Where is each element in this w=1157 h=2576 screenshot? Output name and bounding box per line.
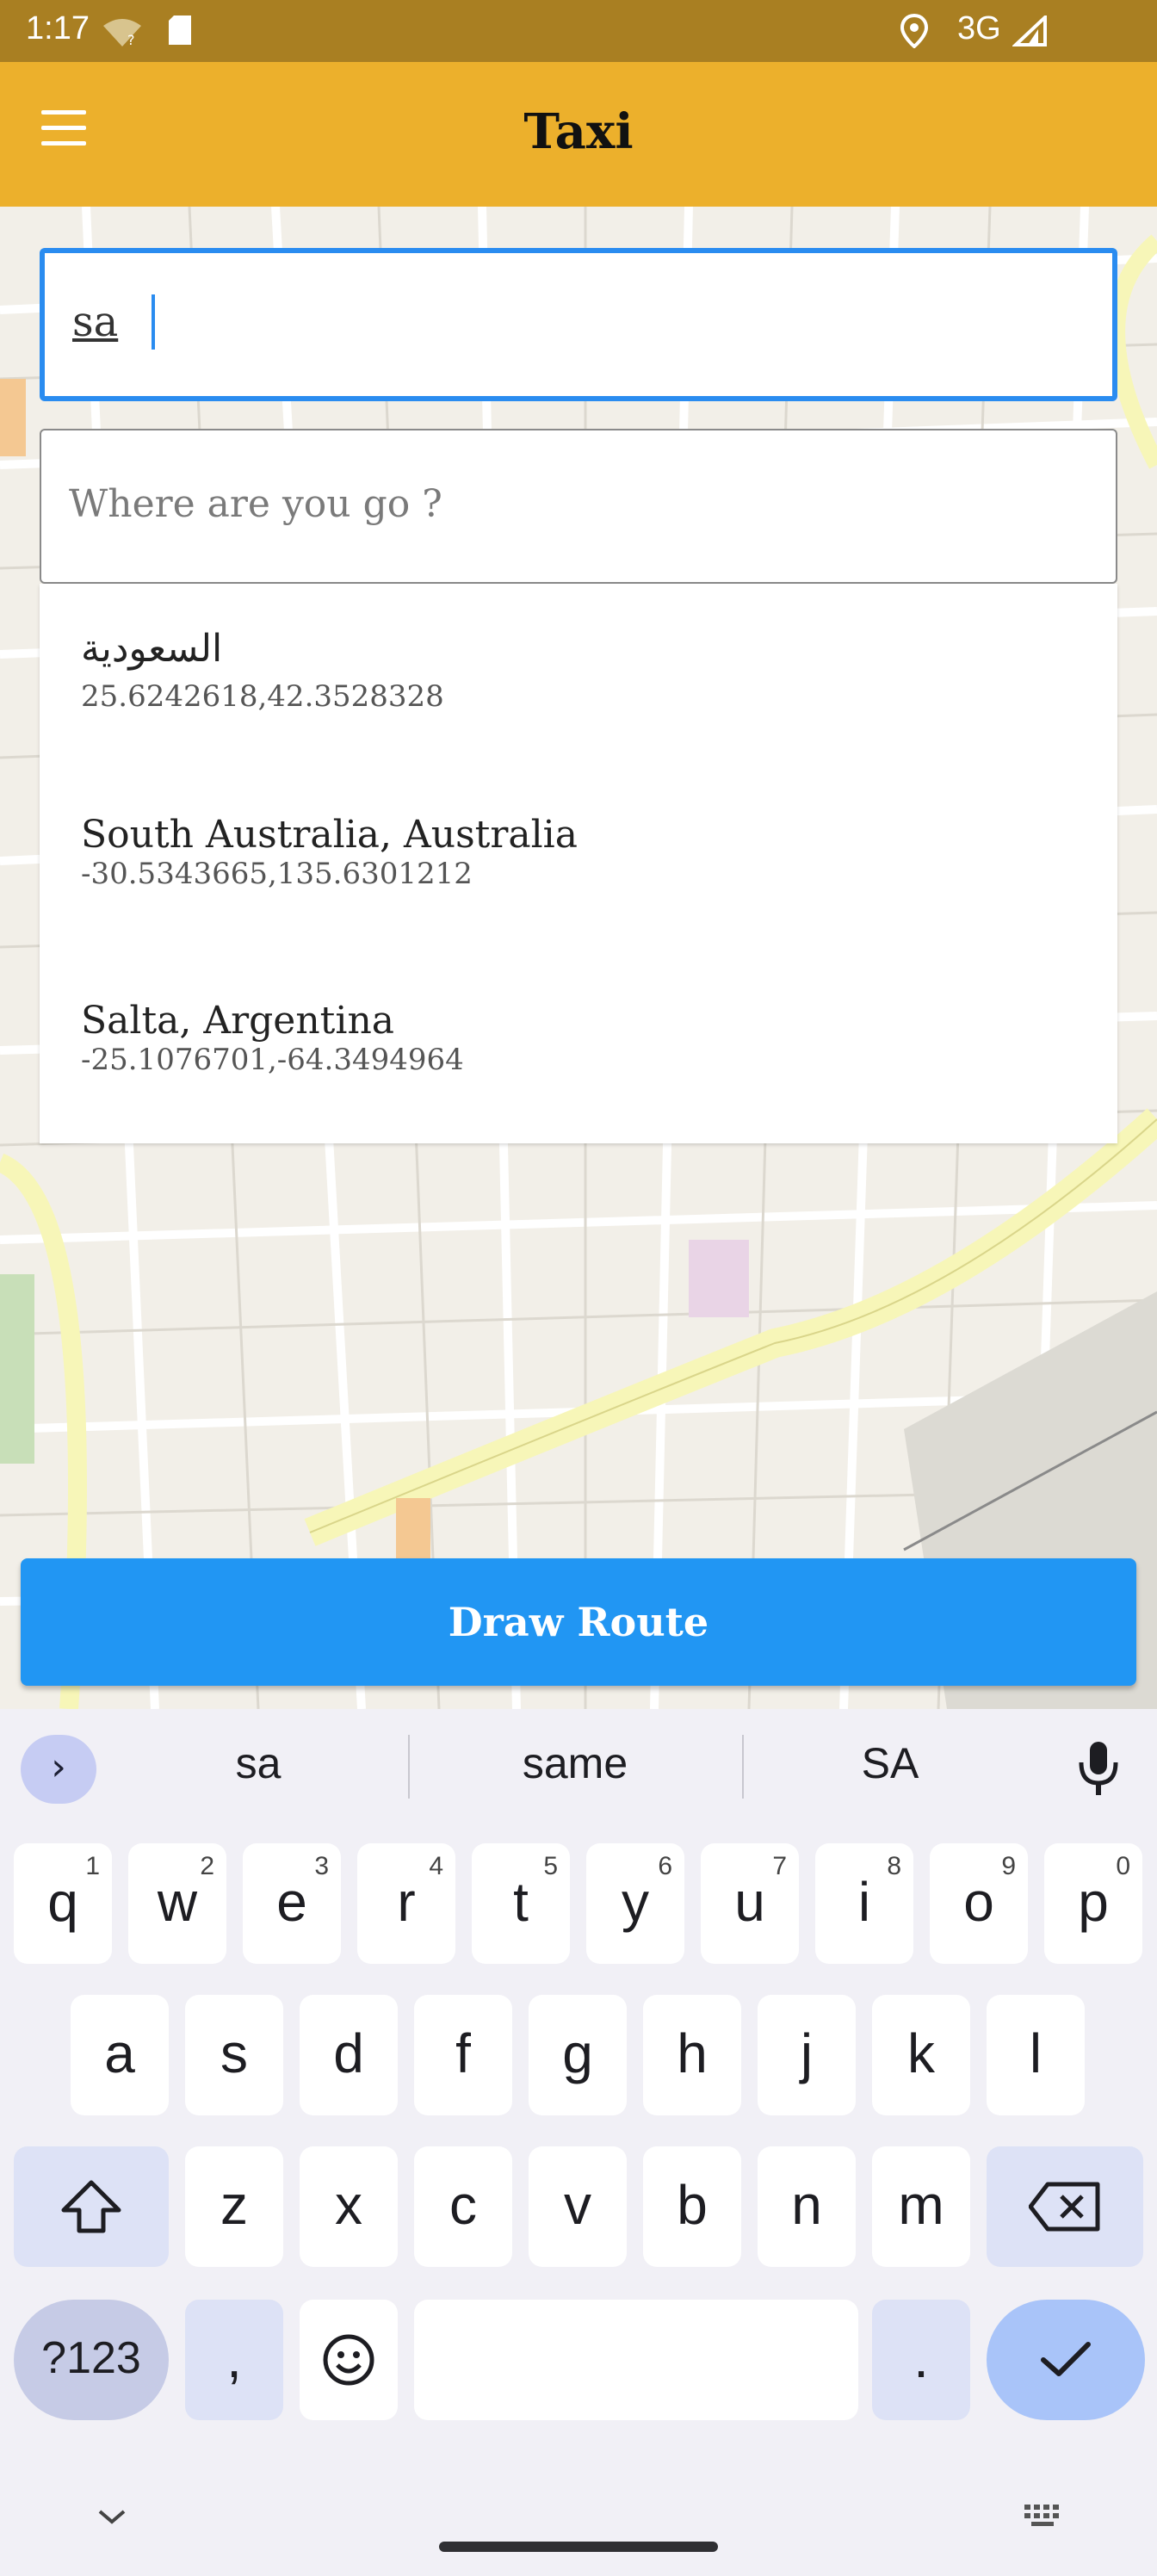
suggestion-name: السعودية (81, 627, 223, 671)
key[interactable]: l (987, 1995, 1085, 2115)
pickup-input[interactable]: sa (40, 248, 1117, 401)
key[interactable]: q1 (14, 1843, 112, 1964)
key[interactable]: r4 (357, 1843, 455, 1964)
backspace-key[interactable] (987, 2146, 1143, 2267)
key[interactable]: m (872, 2146, 970, 2267)
space-key[interactable] (414, 2300, 858, 2420)
symbols-key[interactable]: ?123 (14, 2300, 169, 2420)
text-caret (152, 294, 155, 350)
microphone-icon[interactable] (1073, 1735, 1124, 1804)
key[interactable]: k (872, 1995, 970, 2115)
pickup-input-value: sa (72, 298, 119, 346)
key[interactable]: d (300, 1995, 398, 2115)
wifi-question-icon: ? (103, 19, 141, 48)
word-suggestion[interactable]: SA (761, 1738, 1019, 1788)
destination-input[interactable]: Where are you go ? (40, 429, 1117, 584)
key[interactable]: j (758, 1995, 856, 2115)
app-bar: Taxi (0, 62, 1157, 207)
suggestion-item[interactable]: السعودية 25.6242618,42.3528328 (40, 584, 1117, 770)
suggestion-divider (742, 1735, 744, 1799)
app-title: Taxi (523, 103, 634, 160)
hide-keyboard-chevron-icon[interactable] (95, 2506, 129, 2527)
suggestion-item[interactable]: South Australia, Australia -30.5343665,1… (40, 770, 1117, 956)
network-type: 3G (957, 10, 1001, 46)
keyboard-suggestion-bar: › sa same SA (0, 1709, 1157, 1821)
key[interactable]: f (414, 1995, 512, 2115)
key[interactable]: h (643, 1995, 741, 2115)
key[interactable]: c (414, 2146, 512, 2267)
svg-text:?: ? (127, 32, 135, 48)
emoji-key[interactable] (300, 2300, 398, 2420)
screen: 1:17 ? 3G Taxi sa Where are you go ? الس… (0, 0, 1157, 2576)
key[interactable]: a (71, 1995, 169, 2115)
key[interactable]: b (643, 2146, 741, 2267)
gesture-nav-handle[interactable] (439, 2542, 718, 2552)
enter-key[interactable] (987, 2300, 1145, 2420)
key[interactable]: i8 (815, 1843, 913, 1964)
key[interactable]: p0 (1044, 1843, 1142, 1964)
key[interactable]: u7 (701, 1843, 799, 1964)
checkmark-icon (1041, 2342, 1091, 2376)
destination-placeholder: Where are you go ? (69, 482, 442, 526)
word-suggestion[interactable]: same (446, 1738, 704, 1788)
period-key[interactable]: . (872, 2300, 970, 2420)
keyboard-switch-icon[interactable] (1023, 2503, 1066, 2529)
key[interactable]: t5 (472, 1843, 570, 1964)
expand-toolbar-icon[interactable]: › (21, 1735, 96, 1804)
draw-route-button[interactable]: Draw Route (21, 1558, 1136, 1686)
word-suggestion[interactable]: sa (129, 1738, 387, 1788)
suggestion-coords: -25.1076701,-64.3494964 (81, 1043, 464, 1077)
sim-icon (169, 15, 191, 45)
suggestion-list: السعودية 25.6242618,42.3528328 South Aus… (40, 584, 1117, 1143)
key[interactable]: g (529, 1995, 627, 2115)
comma-key[interactable]: , (185, 2300, 283, 2420)
suggestion-coords: -30.5343665,135.6301212 (81, 857, 473, 891)
suggestion-coords: 25.6242618,42.3528328 (81, 679, 444, 714)
suggestion-divider (408, 1735, 410, 1799)
key[interactable]: x (300, 2146, 398, 2267)
key[interactable]: o9 (930, 1843, 1028, 1964)
suggestion-name: Salta, Argentina (81, 999, 395, 1043)
key[interactable]: n (758, 2146, 856, 2267)
suggestion-name: South Australia, Australia (81, 813, 578, 857)
location-pin-icon (900, 14, 928, 48)
emoji-icon (323, 2334, 374, 2386)
suggestion-item[interactable]: Salta, Argentina -25.1076701,-64.3494964 (40, 956, 1117, 1142)
key[interactable]: w2 (128, 1843, 226, 1964)
key[interactable]: y6 (586, 1843, 684, 1964)
key[interactable]: e3 (243, 1843, 341, 1964)
shift-key[interactable] (14, 2146, 169, 2267)
key[interactable]: s (185, 1995, 283, 2115)
soft-keyboard: › sa same SA q1 w2 e3 r4 t5 y6 u7 i8 o9 … (0, 1709, 1157, 2576)
status-bar: 1:17 ? 3G (0, 0, 1157, 62)
status-time: 1:17 (26, 10, 90, 46)
shift-icon (61, 2180, 121, 2233)
cell-signal-icon (1012, 15, 1047, 46)
key[interactable]: v (529, 2146, 627, 2267)
key[interactable]: z (185, 2146, 283, 2267)
backspace-icon (1028, 2182, 1100, 2232)
